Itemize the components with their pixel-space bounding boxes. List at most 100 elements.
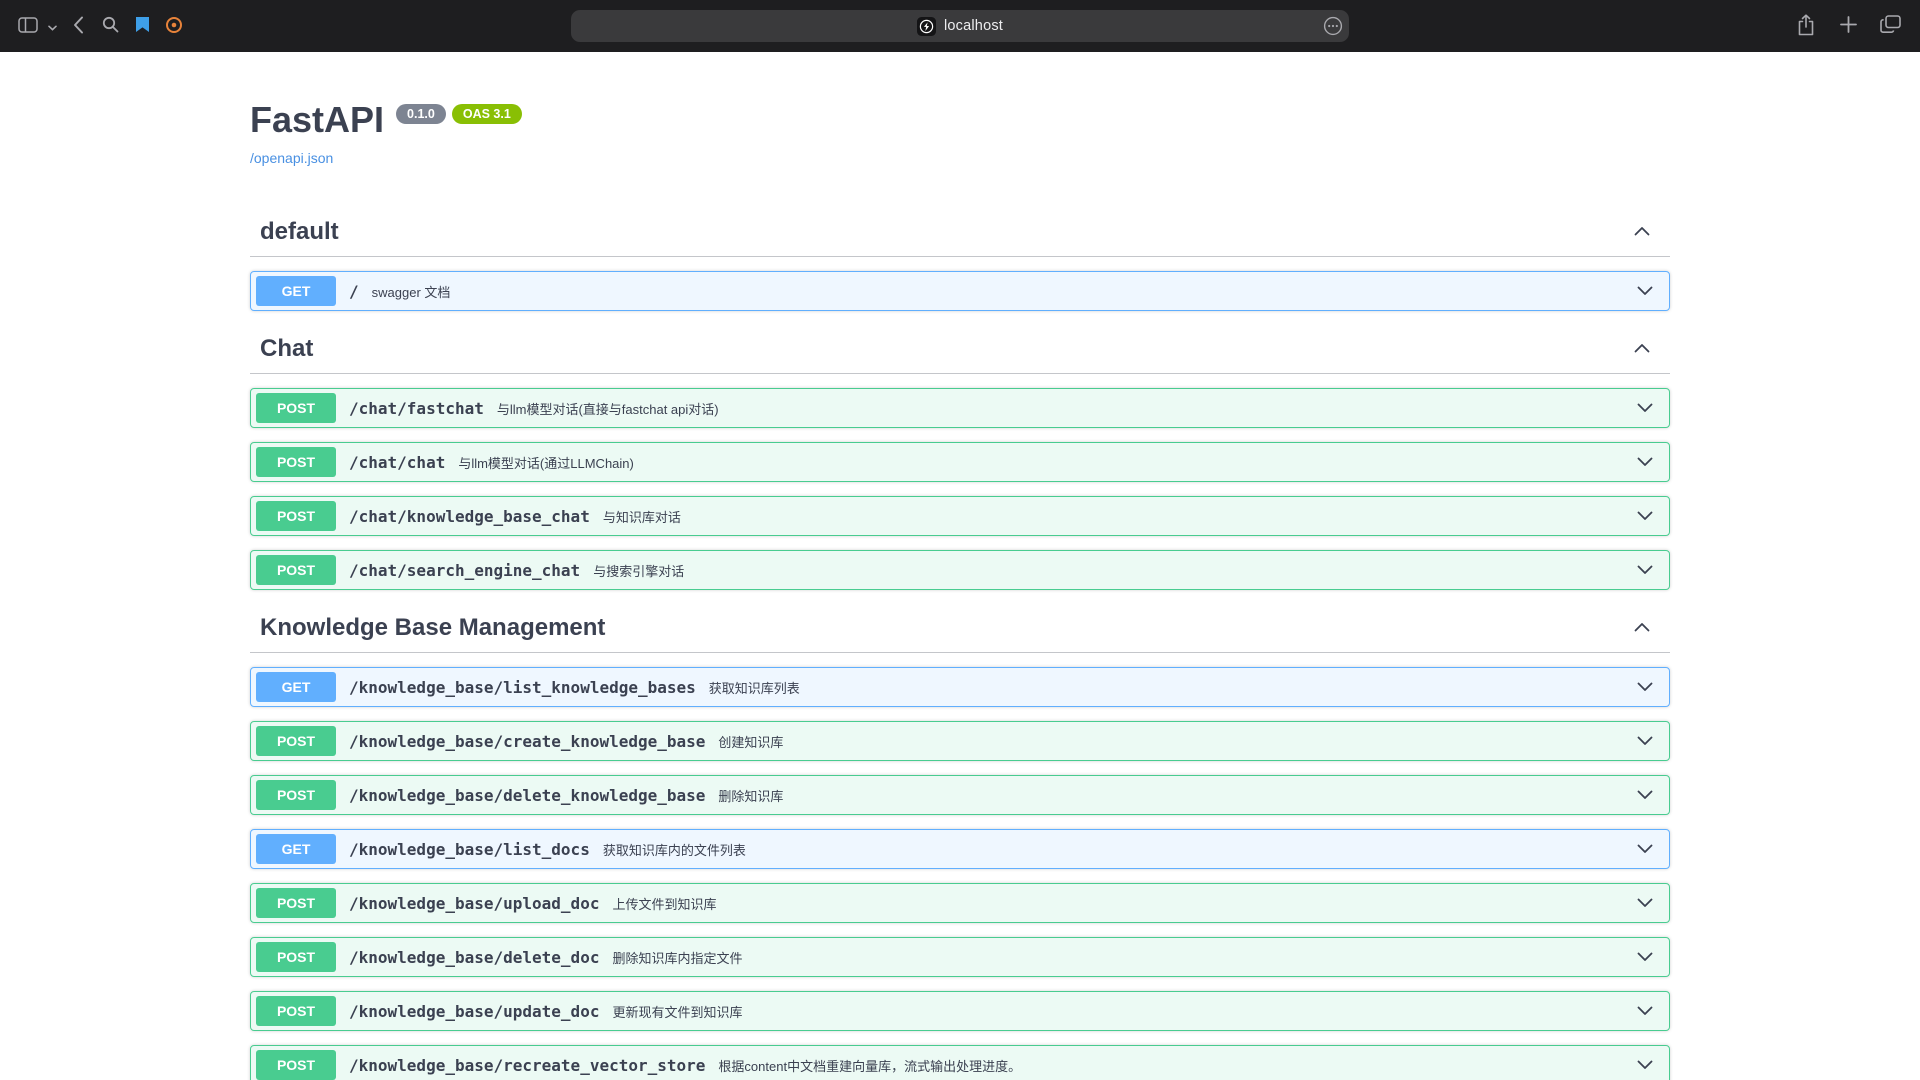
method-badge: POST <box>256 501 336 531</box>
address-bar[interactable]: localhost <box>571 10 1349 42</box>
section-operations: GET /knowledge_base/list_knowledge_bases… <box>250 667 1670 1080</box>
api-section: default GET / swagger 文档 <box>250 208 1670 311</box>
search-icon <box>102 16 119 36</box>
chevron-down-icon <box>1637 511 1653 521</box>
bookmark-extension-icon <box>135 16 150 36</box>
tab-overview-button[interactable] <box>1872 9 1908 43</box>
operation-summary: 与llm模型对话(通过LLMChain) <box>458 453 634 472</box>
operation-row[interactable]: POST /chat/chat 与llm模型对话(通过LLMChain) <box>250 442 1670 482</box>
operation-summary: 根据content中文档重建向量库，流式输出处理进度。 <box>718 1056 1021 1075</box>
method-badge: POST <box>256 888 336 918</box>
method-badge: POST <box>256 780 336 810</box>
method-badge: POST <box>256 726 336 756</box>
operation-summary: 获取知识库内的文件列表 <box>603 840 746 859</box>
operation-summary: 删除知识库内指定文件 <box>612 948 742 967</box>
api-sections: default GET / swagger 文档 Chat POST /chat… <box>250 208 1670 1080</box>
url-text: localhost <box>944 18 1003 34</box>
section-title: default <box>260 218 339 246</box>
method-badge: POST <box>256 393 336 423</box>
operation-path: /knowledge_base/create_knowledge_base <box>349 732 705 751</box>
section-header[interactable]: Knowledge Base Management <box>250 604 1670 653</box>
operation-row[interactable]: POST /knowledge_base/upload_doc 上传文件到知识库 <box>250 883 1670 923</box>
browser-toolbar: localhost <box>0 0 1920 52</box>
chevron-down-icon <box>1637 682 1653 692</box>
operation-path: / <box>349 282 359 301</box>
method-badge: GET <box>256 834 336 864</box>
share-icon <box>1797 14 1815 39</box>
sidebar-menu-button[interactable] <box>44 9 60 43</box>
operation-row[interactable]: POST /knowledge_base/recreate_vector_sto… <box>250 1045 1670 1080</box>
operation-summary: 与搜索引擎对话 <box>593 561 684 580</box>
chevron-down-icon <box>48 19 57 34</box>
operation-row[interactable]: GET /knowledge_base/list_knowledge_bases… <box>250 667 1670 707</box>
search-button[interactable] <box>96 9 124 43</box>
oas-badge: OAS 3.1 <box>452 104 522 124</box>
api-section: Chat POST /chat/fastchat 与llm模型对话(直接与fas… <box>250 325 1670 590</box>
chevron-down-icon <box>1637 844 1653 854</box>
method-badge: POST <box>256 996 336 1026</box>
chevron-up-icon <box>1634 223 1650 241</box>
new-tab-button[interactable] <box>1830 9 1866 43</box>
operation-path: /chat/knowledge_base_chat <box>349 507 590 526</box>
section-title: Chat <box>260 335 313 363</box>
operation-summary: swagger 文档 <box>372 282 451 301</box>
operation-path: /knowledge_base/recreate_vector_store <box>349 1056 705 1075</box>
section-operations: POST /chat/fastchat 与llm模型对话(直接与fastchat… <box>250 388 1670 590</box>
section-header[interactable]: Chat <box>250 325 1670 374</box>
tab-overview-icon <box>1880 15 1901 37</box>
openapi-spec-link[interactable]: /openapi.json <box>250 150 333 166</box>
section-header[interactable]: default <box>250 208 1670 257</box>
operation-row[interactable]: GET / swagger 文档 <box>250 271 1670 311</box>
chevron-down-icon <box>1637 952 1653 962</box>
chevron-down-icon <box>1637 286 1653 296</box>
method-badge: GET <box>256 672 336 702</box>
section-title: Knowledge Base Management <box>260 614 605 642</box>
operation-row[interactable]: POST /knowledge_base/create_knowledge_ba… <box>250 721 1670 761</box>
operation-summary: 更新现有文件到知识库 <box>612 1002 742 1021</box>
operation-row[interactable]: GET /knowledge_base/list_docs 获取知识库内的文件列… <box>250 829 1670 869</box>
extension-target-button[interactable] <box>160 9 188 43</box>
operation-row[interactable]: POST /chat/knowledge_base_chat 与知识库对话 <box>250 496 1670 536</box>
version-badge: 0.1.0 <box>396 104 446 124</box>
chevron-down-icon <box>1637 1060 1653 1070</box>
operation-summary: 获取知识库列表 <box>709 678 800 697</box>
operation-path: /chat/search_engine_chat <box>349 561 580 580</box>
section-operations: GET / swagger 文档 <box>250 271 1670 311</box>
extension-bookmark-button[interactable] <box>128 9 156 43</box>
chevron-down-icon <box>1637 1006 1653 1016</box>
chevron-down-icon <box>1637 898 1653 908</box>
method-badge: POST <box>256 555 336 585</box>
operation-row[interactable]: POST /knowledge_base/delete_knowledge_ba… <box>250 775 1670 815</box>
chevron-up-icon <box>1634 619 1650 637</box>
operation-path: /knowledge_base/list_knowledge_bases <box>349 678 696 697</box>
operation-row[interactable]: POST /chat/fastchat 与llm模型对话(直接与fastchat… <box>250 388 1670 428</box>
operation-row[interactable]: POST /chat/search_engine_chat 与搜索引擎对话 <box>250 550 1670 590</box>
swagger-ui: FastAPI 0.1.0 OAS 3.1 /openapi.json defa… <box>230 52 1690 1080</box>
operation-path: /knowledge_base/upload_doc <box>349 894 599 913</box>
operation-row[interactable]: POST /knowledge_base/delete_doc 删除知识库内指定… <box>250 937 1670 977</box>
page-menu-button[interactable] <box>1323 16 1343 39</box>
operation-row[interactable]: POST /knowledge_base/update_doc 更新现有文件到知… <box>250 991 1670 1031</box>
chevron-left-icon <box>73 16 84 37</box>
operation-summary: 上传文件到知识库 <box>612 894 716 913</box>
chevron-down-icon <box>1637 736 1653 746</box>
operation-path: /knowledge_base/list_docs <box>349 840 590 859</box>
method-badge: GET <box>256 276 336 306</box>
page-title: FastAPI <box>250 98 384 141</box>
ellipsis-circle-icon <box>1323 16 1343 39</box>
operation-path: /knowledge_base/update_doc <box>349 1002 599 1021</box>
operation-path: /chat/fastchat <box>349 399 484 418</box>
method-badge: POST <box>256 447 336 477</box>
operation-summary: 创建知识库 <box>718 732 783 751</box>
chevron-down-icon <box>1637 790 1653 800</box>
operation-summary: 与知识库对话 <box>603 507 681 526</box>
back-button[interactable] <box>64 9 92 43</box>
chevron-down-icon <box>1637 457 1653 467</box>
sidebar-toggle-button[interactable] <box>14 9 42 43</box>
method-badge: POST <box>256 1050 336 1080</box>
operation-summary: 与llm模型对话(直接与fastchat api对话) <box>497 399 719 418</box>
operation-path: /knowledge_base/delete_doc <box>349 948 599 967</box>
plus-icon <box>1840 16 1857 36</box>
sidebar-icon <box>18 17 38 36</box>
share-button[interactable] <box>1788 9 1824 43</box>
